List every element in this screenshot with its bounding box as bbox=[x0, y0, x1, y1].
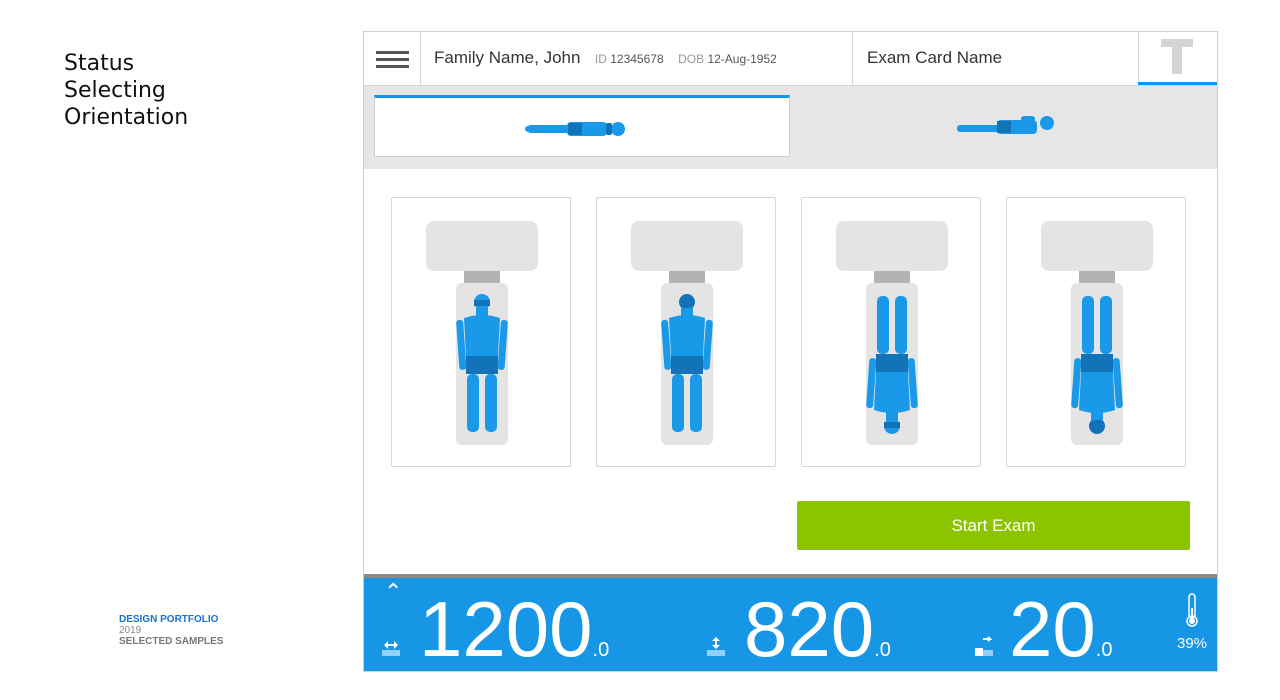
portfolio-title: DESIGN PORTFOLIO bbox=[119, 614, 219, 625]
hamburger-icon-line bbox=[376, 65, 409, 68]
portfolio-subtitle: SELECTED SAMPLES bbox=[119, 636, 224, 647]
patient-id: ID 12345678 bbox=[595, 52, 664, 66]
portfolio-year: 2019 bbox=[119, 625, 142, 636]
patient-supine-icon bbox=[525, 122, 625, 136]
vertical-position-readout: 820.0 bbox=[744, 585, 891, 672]
tab-prone[interactable] bbox=[791, 95, 1207, 157]
header-bar: Family Name, John ID 12345678 DOB 12-Aug… bbox=[364, 32, 1217, 86]
position-card-head-first-prone[interactable] bbox=[596, 197, 776, 467]
orientation-tabs bbox=[364, 86, 1217, 169]
patient-id-value: 12345678 bbox=[610, 52, 664, 66]
vertical-position-decimal: .0 bbox=[874, 639, 891, 661]
exam-card-selector[interactable]: Exam Card Name bbox=[852, 32, 1139, 85]
position-card-head-first-supine[interactable] bbox=[391, 197, 571, 467]
table-position-bar: ⌃ 1200.0 820.0 20.0 39% bbox=[364, 574, 1217, 672]
expand-caret-icon[interactable]: ⌃ bbox=[384, 580, 402, 605]
patient-prone-icon bbox=[957, 116, 1054, 134]
status-label: Status bbox=[64, 51, 135, 76]
position-card-feet-first-prone[interactable] bbox=[1006, 197, 1186, 467]
horizontal-position-icon bbox=[382, 641, 400, 656]
patient-dob: DOB 12-Aug-1952 bbox=[678, 52, 777, 66]
horizontal-position-value: 1200 bbox=[419, 585, 593, 672]
vertical-position-value: 820 bbox=[744, 585, 875, 672]
exam-card-name: Exam Card Name bbox=[867, 48, 1003, 67]
head-first-prone-icon bbox=[631, 221, 743, 445]
patient-dob-label: DOB bbox=[678, 52, 705, 66]
status-value-line2: Orientation bbox=[64, 105, 189, 130]
portfolio-caption: DESIGN PORTFOLIO 2019 SELECTED SAMPLES bbox=[119, 614, 223, 647]
tilt-angle-icon bbox=[975, 636, 993, 656]
table-icon bbox=[1161, 39, 1193, 47]
patient-id-label: ID bbox=[594, 52, 607, 66]
position-card-feet-first-supine[interactable] bbox=[801, 197, 981, 467]
patient-position-options bbox=[364, 169, 1217, 469]
scanner-console: Family Name, John ID 12345678 DOB 12-Aug… bbox=[363, 31, 1218, 672]
status-value-line1: Selecting bbox=[64, 78, 166, 103]
horizontal-position-decimal: .0 bbox=[592, 639, 610, 661]
tilt-angle-readout: 20.0 bbox=[1009, 585, 1113, 672]
patient-dob-value: 12-Aug-1952 bbox=[707, 52, 777, 66]
temperature-indicator: 39% bbox=[1172, 592, 1212, 652]
feet-first-prone-icon bbox=[1041, 221, 1153, 445]
feet-first-supine-icon bbox=[836, 221, 948, 445]
hamburger-icon-line bbox=[376, 58, 409, 61]
thermometer-icon bbox=[1186, 593, 1198, 627]
status-panel: Status Selecting Orientation bbox=[64, 50, 188, 131]
temperature-value: 39% bbox=[1176, 635, 1208, 652]
horizontal-position-readout: 1200.0 bbox=[419, 585, 610, 672]
menu-button[interactable] bbox=[364, 32, 421, 85]
table-tab[interactable] bbox=[1138, 32, 1217, 85]
hamburger-icon bbox=[376, 51, 409, 54]
tab-supine[interactable] bbox=[374, 95, 790, 157]
table-icon-stem bbox=[1172, 47, 1182, 74]
head-first-supine-icon bbox=[426, 221, 538, 445]
patient-info[interactable]: Family Name, John ID 12345678 DOB 12-Aug… bbox=[434, 48, 777, 68]
patient-name: Family Name, John bbox=[434, 48, 581, 67]
vertical-position-icon bbox=[707, 637, 725, 656]
start-exam-button[interactable]: Start Exam bbox=[797, 501, 1190, 550]
tilt-angle-value: 20 bbox=[1009, 585, 1096, 672]
tilt-angle-decimal: .0 bbox=[1095, 639, 1113, 661]
